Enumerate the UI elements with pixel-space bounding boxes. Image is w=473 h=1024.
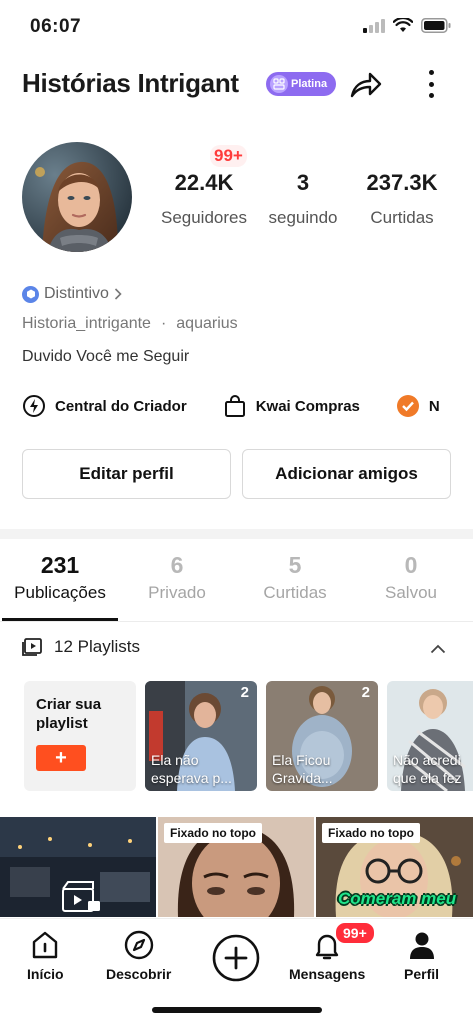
- stat-following[interactable]: 3 seguindo: [260, 170, 346, 228]
- tab-publications[interactable]: 231 Publicações: [1, 552, 119, 603]
- bolt-icon: [23, 395, 45, 417]
- battery-icon: [421, 18, 451, 33]
- playlist-card[interactable]: 2 Ela Ficou Gravida...: [266, 681, 378, 791]
- tab-label: Curtidas: [263, 583, 327, 602]
- chevron-up-icon[interactable]: [430, 641, 446, 659]
- stat-value: 22.4K: [174, 170, 234, 195]
- video-overlay-text: Comeram meu: [338, 889, 457, 908]
- meta-separator: ·: [160, 315, 167, 332]
- home-indicator[interactable]: [152, 1007, 322, 1013]
- creator-center-link[interactable]: Central do Criador: [22, 394, 187, 418]
- status-time: 06:07: [30, 16, 82, 37]
- nav-label: Perfil: [404, 966, 440, 982]
- edit-profile-button[interactable]: Editar perfil: [22, 449, 231, 499]
- drafts-icon: [62, 881, 100, 912]
- avatar[interactable]: [22, 142, 132, 252]
- stat-value: 3: [296, 170, 310, 195]
- nav-home[interactable]: Início: [27, 929, 64, 982]
- profile-name: Histórias Intrigant: [22, 68, 239, 98]
- stat-value: 237.3K: [366, 170, 438, 195]
- kwai-shop-link[interactable]: Kwai Compras: [223, 394, 360, 418]
- pinned-label: Fixado no topo: [164, 823, 262, 843]
- playlist-caption: Não acredi que ela fez: [393, 752, 462, 786]
- nav-label: Descobrir: [106, 966, 172, 982]
- profile-meta: Historia_intrigante · aquarius: [22, 315, 238, 333]
- nav-label: Mensagens: [289, 966, 366, 982]
- tab-private[interactable]: 6 Privado: [118, 552, 236, 603]
- playlist-icon: [22, 638, 42, 656]
- more-options-icon[interactable]: [418, 66, 444, 102]
- playlists-header[interactable]: 12 Playlists: [22, 637, 140, 657]
- zodiac-sign: aquarius: [176, 315, 238, 332]
- playlist-count: 2: [240, 684, 249, 701]
- signal-icon: [363, 18, 385, 33]
- create-playlist-label: Criar sua playlist: [36, 696, 102, 732]
- tab-label: Privado: [148, 583, 206, 602]
- link-label: N: [428, 397, 440, 415]
- tab-count: 5: [288, 552, 302, 578]
- link-label: Central do Criador: [55, 397, 187, 415]
- username: Historia_intrigante: [22, 315, 151, 332]
- playlist-caption: Ela não esperava p...: [151, 752, 232, 786]
- distintivo-label: Distintivo: [44, 285, 109, 302]
- playlist-card[interactable]: 2 Ela não esperava p...: [145, 681, 257, 791]
- video-thumbnail[interactable]: [0, 817, 156, 917]
- tab-count: 6: [170, 552, 184, 578]
- status-icons: [363, 18, 451, 33]
- badge-label: Platina: [291, 78, 328, 90]
- playlists-title: 12 Playlists: [54, 637, 140, 656]
- compass-icon: [124, 930, 153, 960]
- playlist-card[interactable]: Não acredi que ela fez: [387, 681, 473, 791]
- link-label: Kwai Compras: [255, 397, 360, 415]
- video-thumbnail[interactable]: Fixado no topo Comeram meu: [316, 817, 473, 917]
- playlist-count: 2: [361, 684, 370, 701]
- create-playlist-card[interactable]: Criar sua playlist +: [24, 681, 136, 791]
- stat-likes[interactable]: 237.3K Curtidas: [352, 170, 452, 228]
- tab-label: Publicações: [14, 583, 106, 602]
- bio: Duvido Você me Seguir: [22, 348, 190, 365]
- wifi-icon: [393, 18, 413, 32]
- video-thumbnail[interactable]: Fixado no topo: [158, 817, 314, 917]
- home-icon: [33, 931, 58, 959]
- tab-count: 0: [404, 552, 418, 578]
- messages-badge: 99+: [334, 921, 376, 945]
- stat-label: Seguidores: [160, 208, 247, 227]
- third-link[interactable]: N: [396, 394, 440, 418]
- nav-label: Início: [27, 966, 64, 982]
- share-icon[interactable]: [346, 66, 384, 104]
- distintivo-icon: [22, 285, 39, 303]
- stat-followers[interactable]: 22.4K Seguidores: [150, 170, 258, 228]
- stat-label: seguindo: [268, 208, 338, 227]
- playlist-caption: Ela Ficou Gravida...: [272, 752, 333, 786]
- plus-circle-icon: [212, 934, 260, 982]
- tab-count: 231: [40, 552, 80, 578]
- tab-saved[interactable]: 0 Salvou: [352, 552, 470, 603]
- tabs-divider: [0, 621, 473, 622]
- quick-links: Central do Criador Kwai Compras N: [22, 394, 473, 418]
- section-divider: [0, 529, 473, 539]
- nav-profile[interactable]: Perfil: [404, 929, 439, 982]
- badge-icon: [270, 75, 288, 93]
- add-friends-button[interactable]: Adicionar amigos: [242, 449, 451, 499]
- pinned-label: Fixado no topo: [322, 823, 420, 843]
- distintivo-link[interactable]: Distintivo: [22, 285, 122, 303]
- tab-liked[interactable]: 5 Curtidas: [236, 552, 354, 603]
- orange-check-icon: [396, 395, 419, 417]
- shopping-bag-icon: [224, 395, 245, 417]
- stat-label: Curtidas: [370, 208, 434, 227]
- notification-badge[interactable]: 99+: [210, 145, 247, 167]
- nav-discover[interactable]: Descobrir: [106, 929, 171, 982]
- nav-create[interactable]: [211, 933, 261, 983]
- tab-label: Salvou: [385, 583, 437, 602]
- person-icon: [409, 932, 434, 959]
- chevron-right-icon: [114, 288, 122, 300]
- platina-badge[interactable]: Platina: [266, 72, 336, 96]
- create-playlist-button[interactable]: +: [36, 745, 86, 771]
